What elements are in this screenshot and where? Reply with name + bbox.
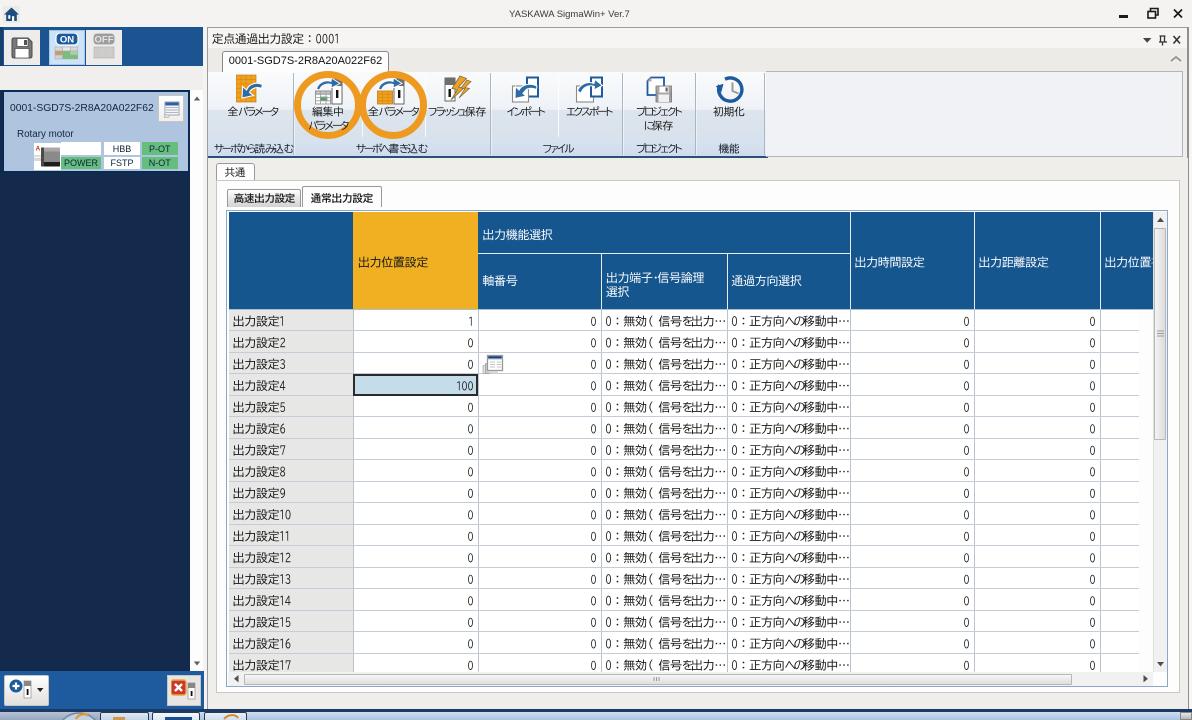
svg-text:ON: ON — [60, 35, 74, 46]
svg-text:A: A — [35, 145, 40, 152]
svg-text:OFF: OFF — [95, 35, 114, 46]
